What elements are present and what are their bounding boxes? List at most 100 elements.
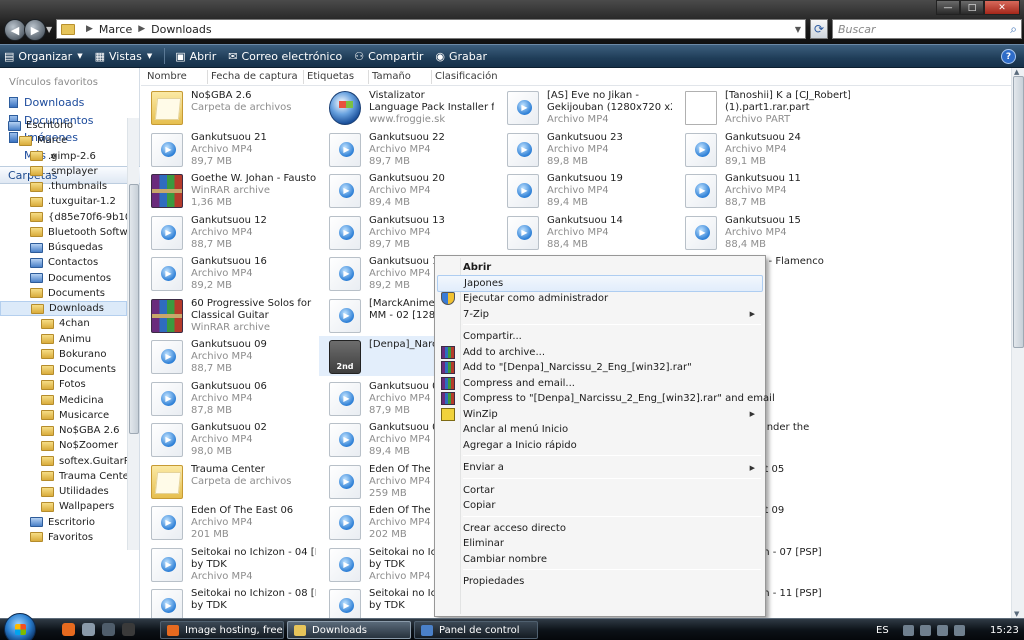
breadcrumb-separator[interactable]: ▶ [86,24,93,34]
tree-item[interactable]: {d85e70f6-9b10-4b [0,210,127,225]
tray-network-icon[interactable] [919,624,931,636]
media-icon[interactable] [102,623,115,636]
quick-launch-icon[interactable] [122,623,135,636]
column-3[interactable]: Etiquetas [307,71,354,82]
scroll-up-icon[interactable]: ▲ [1014,68,1019,76]
file-item[interactable]: Gankutsuou 16Archivo MP489,2 MB [141,253,316,293]
tree-item[interactable]: Trauma Center [0,469,127,484]
file-item[interactable]: 60 Progressive Solos for Classical Guitar… [141,295,316,335]
taskbar-button[interactable]: Image hosting, free ... [160,621,284,639]
tree-item[interactable]: Medicina [0,393,127,408]
tree-item[interactable]: Escritorio [0,118,127,133]
context-menu-item[interactable]: Add to "[Denpa]_Narcissu_2_Eng_[win32].r… [437,359,763,376]
file-item[interactable]: Gankutsuou 09Archivo MP488,7 MB [141,336,316,376]
search-input[interactable]: Buscar ⌕ [832,19,1022,39]
tree-item[interactable]: Animu [0,332,127,347]
file-item[interactable]: Eden Of The East 06Archivo MP4201 MB [141,502,316,542]
file-item[interactable]: Gankutsuou 24Archivo MP489,1 MB [675,129,850,169]
context-menu-item[interactable]: 7-Zip ▶ [437,306,763,323]
context-menu-item[interactable]: Enviar a ▶ [437,459,763,476]
address-dropdown[interactable]: ▼ [795,25,801,34]
breadcrumb-downloads[interactable]: Downloads [151,23,211,36]
help-button[interactable]: ? [1001,49,1016,64]
tree-item[interactable]: Utilidades [0,484,127,499]
toolbar-email-button[interactable]: ✉ Correo electrónico [228,50,342,63]
tree-item[interactable]: Escritorio [0,515,127,530]
file-item[interactable]: Trauma Center Carpeta de archivos [141,461,316,501]
file-item[interactable]: Gankutsuou 22Archivo MP489,7 MB [319,129,494,169]
close-button[interactable]: ✕ [984,0,1020,15]
maximize-button[interactable]: □ [960,0,984,15]
column-5[interactable]: Clasificación [435,71,498,82]
minimize-button[interactable]: — [936,0,960,15]
search-icon[interactable]: ⌕ [1010,22,1017,37]
file-item[interactable]: No$GBA 2.6 Carpeta de archivos [141,87,316,127]
file-item[interactable]: Seitokai no Ichizon - 08 [PSP]by TDK [141,585,316,618]
file-item[interactable]: Gankutsuou 13Archivo MP489,7 MB [319,212,494,252]
tree-item[interactable]: softex.GuitarPro. [0,454,127,469]
back-button[interactable]: ◀ [4,19,26,41]
clock[interactable]: 15:23 [990,625,1019,636]
forward-button[interactable]: ▶ [24,19,46,41]
toolbar-open-button[interactable]: ▣ Abrir [175,50,216,63]
column-1[interactable]: Nombre [147,71,187,82]
file-item[interactable]: Goethe W. Johan - Fausto WinRAR archive 1,… [141,170,316,210]
file-item[interactable]: Gankutsuou 23Archivo MP489,8 MB [497,129,672,169]
tree-item[interactable]: .gimp-2.6 [0,149,127,164]
tree-item[interactable]: Wallpapers [0,499,127,514]
recent-pages-dropdown[interactable]: ▼ [46,25,52,34]
tree-item[interactable]: Contactos [0,255,127,270]
toolbar-views-button[interactable]: ▦ Vistas ▼ [95,50,153,63]
file-item[interactable]: Gankutsuou 02Archivo MP498,0 MB [141,419,316,459]
file-item[interactable]: [Tanoshii] K a [CJ_Robert] (1).part1.rar.… [675,87,850,127]
context-menu-item[interactable]: Cortar [437,482,763,499]
file-item[interactable]: Gankutsuou 20Archivo MP489,4 MB [319,170,494,210]
refresh-button[interactable]: ⟳ [810,19,828,39]
favorite-link-downloads[interactable]: Downloads [9,96,84,109]
context-menu-item[interactable]: Crear acceso directo [437,520,763,537]
file-item[interactable]: [AS] Eve no Jikan -Gekijouban (1280x720 … [497,87,672,127]
tree-item[interactable]: Documentos [0,271,127,286]
file-item[interactable]: Gankutsuou 12Archivo MP488,7 MB [141,212,316,252]
tree-item[interactable]: Búsquedas [0,240,127,255]
tree-item[interactable]: .thumbnails [0,179,127,194]
tree-item[interactable]: No$Zoomer [0,438,127,453]
tree-item[interactable]: Documents [0,286,127,301]
breadcrumb-marce[interactable]: Marce [99,23,132,36]
context-menu-item[interactable]: Cambiar nombre [437,551,763,568]
show-desktop-icon[interactable] [82,623,95,636]
context-menu-item[interactable]: Anclar al menú Inicio [437,421,763,438]
toolbar-organize-button[interactable]: ▤ Organizar ▼ [4,50,83,63]
tree-item[interactable]: Bluetooth Softwar [0,225,127,240]
context-menu-item[interactable]: Compress and email... [437,375,763,392]
tray-volume-icon[interactable] [936,624,948,636]
tree-item[interactable]: 4chan [0,316,127,331]
tree-item[interactable]: Bokurano [0,347,127,362]
tree-item[interactable]: Favoritos [0,530,127,545]
tree-item[interactable]: Marce [0,133,127,148]
tree-item[interactable]: Musicarce [0,408,127,423]
file-item[interactable]: Seitokai no Ichizon - 04 [PSP]by TDKArch… [141,544,316,584]
file-item[interactable]: Gankutsuou 06Archivo MP487,8 MB [141,378,316,418]
tray-app-icon[interactable] [902,624,914,636]
file-item[interactable]: VistalizatorLanguage Pack Installer for … [319,87,494,127]
column-2[interactable]: Fecha de captura [211,71,298,82]
context-menu-item[interactable]: Japones [437,274,763,292]
context-menu-item[interactable]: Propiedades [437,573,763,590]
context-menu-item[interactable]: Eliminar [437,535,763,552]
column-4[interactable]: Tamaño [372,71,411,82]
breadcrumb-separator[interactable]: ▶ [138,24,145,34]
context-menu-item[interactable]: Add to archive... [437,344,763,361]
address-field[interactable]: ▶ Marce ▶ Downloads ▼ [56,19,806,39]
context-menu-item[interactable]: Compress to "[Denpa]_Narcissu_2_Eng_[win… [437,390,775,407]
column-separator[interactable] [303,70,304,84]
main-scroll-thumb[interactable] [1013,76,1024,348]
tree-item[interactable]: .smplayer [0,164,127,179]
firefox-icon[interactable] [62,623,75,636]
start-button[interactable] [4,613,36,640]
file-item[interactable]: Gankutsuou 14Archivo MP488,4 MB [497,212,672,252]
column-separator[interactable] [368,70,369,84]
tree-item[interactable]: Fotos [0,377,127,392]
tree-item[interactable]: .tuxguitar-1.2 [0,194,127,209]
context-menu-item[interactable]: Copiar [437,497,763,514]
